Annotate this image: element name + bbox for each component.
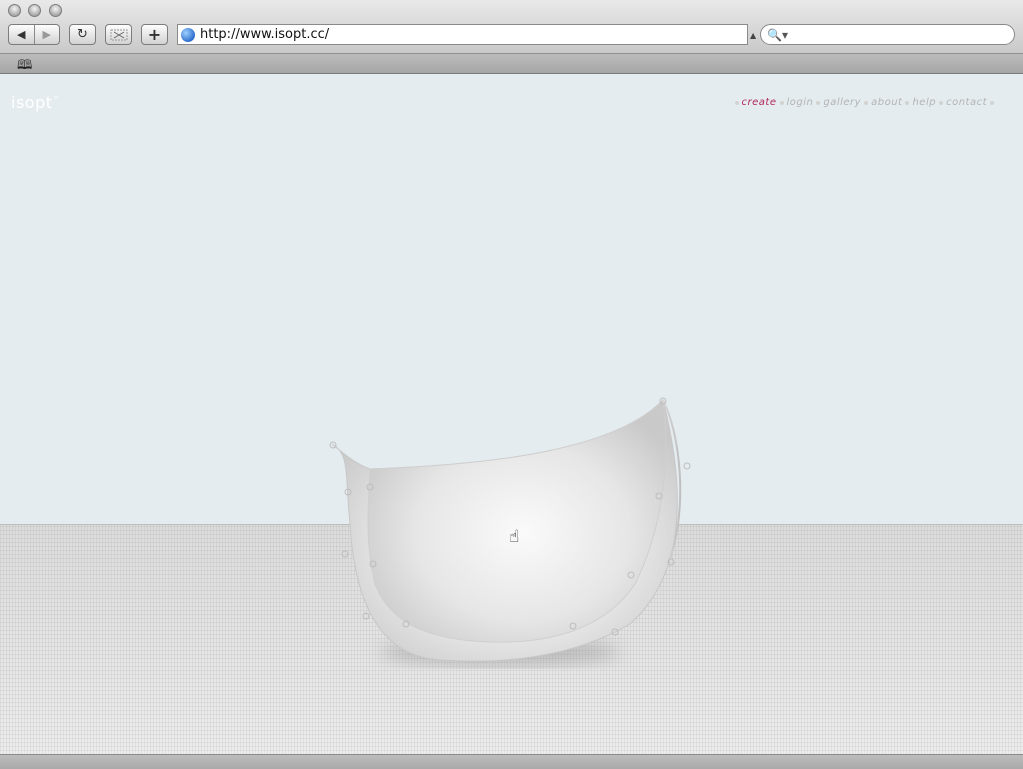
control-point[interactable] — [362, 612, 370, 620]
reload-button[interactable]: ↻ — [69, 24, 96, 45]
browser-toolbar: ◀ ▶ ↻ + http://www.isopt.cc/ ▲ 🔍▾ — [0, 0, 1023, 54]
control-point[interactable] — [683, 462, 691, 470]
nav-separator — [939, 100, 944, 105]
search-icon: 🔍▾ — [767, 27, 788, 42]
nav-separator — [779, 100, 784, 105]
globe-icon — [181, 27, 195, 42]
reload-icon: ↻ — [77, 27, 88, 42]
forward-button[interactable]: ▶ — [33, 25, 60, 44]
scissors-icon — [110, 29, 127, 40]
back-icon: ◀ — [17, 28, 26, 41]
web-page: isopt™ create login gallery about help c… — [0, 74, 1023, 754]
nav-login[interactable]: login — [787, 97, 814, 108]
nav-contact[interactable]: contact — [946, 97, 987, 108]
nav-separator — [990, 100, 994, 105]
nav-separator — [864, 100, 869, 105]
site-nav: create login gallery about help contact — [732, 97, 997, 108]
address-bar[interactable]: http://www.isopt.cc/ — [177, 24, 748, 45]
address-dropdown-icon[interactable]: ▲ — [750, 31, 756, 40]
nav-separator — [816, 100, 821, 105]
nav-separator — [905, 100, 910, 105]
status-bar — [0, 754, 1023, 769]
minimize-window-button[interactable] — [28, 4, 41, 17]
nav-about[interactable]: about — [871, 97, 902, 108]
bookmarks-bar: 🕮 — [0, 54, 1023, 74]
close-window-button[interactable] — [8, 4, 21, 17]
nav-help[interactable]: help — [912, 97, 936, 108]
nav-separator — [734, 100, 739, 105]
site-logo[interactable]: isopt™ — [11, 93, 60, 112]
search-field[interactable]: 🔍▾ — [760, 24, 1015, 45]
back-forward-group: ◀ ▶ — [8, 24, 60, 45]
add-bookmark-button[interactable]: + — [141, 24, 168, 45]
url-text: http://www.isopt.cc/ — [200, 27, 330, 42]
logo-text: isopt — [11, 93, 53, 112]
nav-create[interactable]: create — [742, 97, 777, 108]
logo-trademark: ™ — [52, 95, 60, 104]
control-point[interactable] — [341, 550, 349, 558]
forward-icon: ▶ — [42, 28, 51, 41]
plus-icon: + — [147, 25, 162, 44]
hand-cursor-icon: ☝ — [509, 527, 520, 547]
zoom-window-button[interactable] — [49, 4, 62, 17]
back-button[interactable]: ◀ — [9, 25, 34, 44]
snippet-button[interactable] — [105, 24, 132, 45]
nav-gallery[interactable]: gallery — [823, 97, 861, 108]
